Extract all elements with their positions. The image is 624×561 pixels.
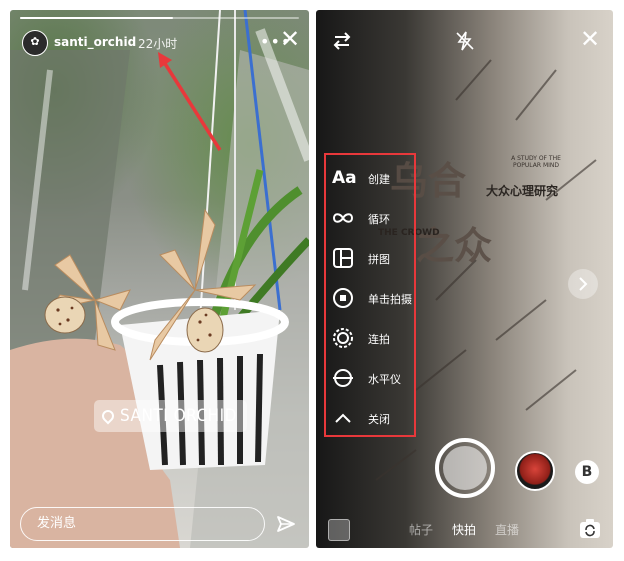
menu-item-label: 创建 — [368, 173, 390, 186]
menu-item-label: 单击拍摄 — [368, 293, 412, 306]
infinity-icon — [332, 213, 354, 223]
book-english-subtitle: A STUDY OF THE POPULAR MIND — [511, 155, 561, 169]
shutter-inner — [443, 446, 487, 490]
shutter-button[interactable] — [435, 438, 495, 498]
flash-off-icon[interactable] — [454, 30, 476, 52]
menu-item-layout[interactable]: 拼图 — [326, 239, 416, 279]
chevron-up-icon — [335, 413, 351, 423]
menu-item-label: 循环 — [368, 213, 390, 226]
menu-item-close[interactable]: 关闭 — [326, 399, 416, 439]
menu-item-burst[interactable]: 连拍 — [326, 319, 416, 359]
close-icon[interactable]: ✕ — [280, 27, 300, 51]
message-input[interactable]: 发消息 — [20, 507, 265, 541]
boomerang-icon[interactable]: B — [575, 460, 599, 484]
create-mode-menu: Aa 创建 循环 拼图 单击拍摄 连拍 水平仪 关闭 — [324, 153, 416, 437]
face-filter-icon[interactable] — [515, 451, 555, 491]
menu-item-label: 拼图 — [368, 253, 390, 266]
avatar[interactable]: ✿ — [22, 30, 48, 56]
flip-camera-icon[interactable] — [578, 517, 602, 541]
tab-story[interactable]: 快拍 — [452, 521, 476, 538]
tab-live[interactable]: 直播 — [495, 521, 519, 538]
menu-item-loop[interactable]: 循环 — [326, 199, 416, 239]
switch-mode-icon[interactable] — [331, 30, 353, 52]
menu-item-label: 关闭 — [368, 413, 390, 426]
menu-item-single-tap[interactable]: 单击拍摄 — [326, 279, 416, 319]
send-icon[interactable] — [276, 514, 296, 534]
close-icon[interactable]: ✕ — [580, 27, 600, 51]
story-viewer[interactable]: ✿ santi_orchid 22小时 ••• ✕ SANTI ORCHID 发… — [10, 10, 309, 548]
menu-item-level[interactable]: 水平仪 — [326, 359, 416, 399]
story-username[interactable]: santi_orchid — [54, 35, 136, 49]
story-progress-bar — [20, 17, 299, 19]
burst-icon — [333, 328, 353, 348]
layout-icon — [333, 248, 353, 268]
text-aa-icon: Aa — [332, 168, 357, 188]
gallery-thumbnail[interactable] — [328, 519, 350, 541]
story-photo — [10, 10, 309, 548]
location-label: SANTI ORCHID — [120, 406, 237, 426]
next-chevron-icon[interactable] — [568, 269, 598, 299]
story-progress-fill — [20, 17, 174, 19]
location-sticker[interactable]: SANTI ORCHID — [94, 400, 247, 432]
story-camera[interactable]: 乌合 之众 A STUDY OF THE POPULAR MIND 大众心理研究… — [316, 10, 613, 548]
single-tap-icon — [333, 288, 353, 308]
story-timestamp: 22小时 — [138, 37, 178, 51]
level-icon — [333, 369, 353, 387]
menu-item-label: 连拍 — [368, 333, 390, 346]
location-pin-icon — [99, 407, 117, 425]
book-title-line2: 之众 — [416, 224, 493, 268]
menu-item-create[interactable]: Aa 创建 — [326, 159, 416, 199]
tab-post[interactable]: 帖子 — [409, 521, 433, 538]
menu-item-label: 水平仪 — [368, 373, 401, 386]
book-subtitle: 大众心理研究 — [486, 184, 559, 198]
